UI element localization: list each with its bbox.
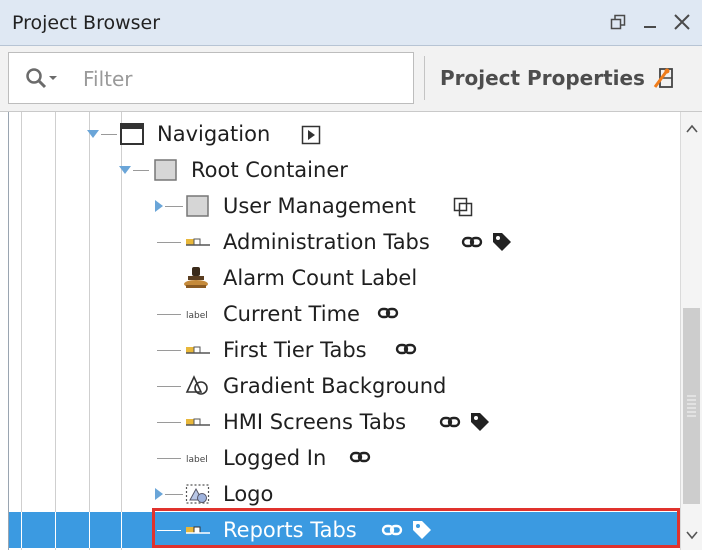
image-icon	[185, 484, 210, 504]
shapes-icon	[185, 375, 208, 395]
project-properties-icon	[653, 68, 673, 88]
scrollbar-thumb[interactable]	[683, 308, 700, 504]
tree-item-label: Current Time	[223, 302, 360, 326]
project-tree[interactable]: Navigation Root Container User Managemen…	[8, 112, 680, 550]
tag-icon	[413, 521, 431, 539]
browser-toolbar: Project Properties	[0, 46, 702, 112]
tab-strip-icon	[186, 418, 210, 426]
toolbar-divider	[424, 56, 425, 100]
search-icon[interactable]	[25, 67, 65, 91]
restore-icon	[610, 14, 626, 30]
tree-connector	[157, 386, 181, 387]
tag-icon	[471, 413, 489, 431]
tree-item-user-management[interactable]: User Management	[9, 188, 680, 224]
tree-connector	[157, 314, 181, 315]
collapse-arrow-icon[interactable]	[119, 164, 131, 176]
container-icon	[186, 195, 209, 217]
tree-item-logged-in[interactable]: label Logged In	[9, 440, 680, 476]
binding-link-icon	[395, 343, 417, 355]
svg-text:label: label	[186, 455, 208, 465]
tree-item-label: Alarm Count Label	[223, 266, 418, 290]
binding-link-icon	[349, 451, 371, 463]
tree-connector	[157, 458, 181, 459]
minimize-icon	[644, 26, 656, 28]
tree-connector	[165, 494, 183, 495]
expand-arrow-icon[interactable]	[153, 488, 165, 500]
project-properties-label: Project Properties	[440, 66, 645, 90]
tag-icon	[493, 233, 511, 251]
tree-connector	[101, 134, 117, 135]
binding-link-icon	[381, 524, 403, 536]
tab-strip-icon	[186, 238, 210, 246]
scroll-up-icon[interactable]	[685, 122, 699, 136]
tree-item-first-tier-tabs[interactable]: First Tier Tabs	[9, 332, 680, 368]
tree-item-label: Logged In	[223, 446, 327, 470]
filter-box[interactable]	[8, 52, 414, 104]
tree-item-logo[interactable]: Logo	[9, 476, 680, 512]
tree-item-root-container[interactable]: Root Container	[9, 152, 680, 188]
tree-item-navigation[interactable]: Navigation	[9, 116, 680, 152]
tree-item-label: Root Container	[191, 158, 348, 182]
tree-item-current-time[interactable]: label Current Time	[9, 296, 680, 332]
tree-item-label: Logo	[223, 482, 274, 506]
filter-input[interactable]	[81, 65, 405, 93]
tree-guide-line	[55, 512, 56, 548]
tree-item-label: Navigation	[157, 122, 271, 146]
tree-item-label: Reports Tabs	[223, 518, 357, 542]
svg-text:label: label	[186, 311, 208, 321]
item-badges	[461, 231, 513, 253]
item-badges	[377, 303, 399, 323]
tree-item-alarm-count-label[interactable]: Alarm Count Label	[9, 260, 680, 296]
window-icon	[120, 123, 144, 145]
tree-item-label: Administration Tabs	[223, 230, 430, 254]
close-button[interactable]	[668, 8, 696, 36]
tree-connector	[165, 206, 183, 207]
tree-item-label: Gradient Background	[223, 374, 447, 398]
stamp-icon	[184, 267, 208, 288]
tree-connector	[157, 422, 181, 423]
float-window-button[interactable]	[604, 8, 632, 36]
tree-connector	[157, 530, 181, 531]
template-instance-icon	[453, 197, 473, 217]
label-icon: label	[186, 455, 208, 465]
tree-guide-line	[21, 512, 22, 548]
tree-item-label: HMI Screens Tabs	[223, 410, 407, 434]
tree-guide-line	[121, 512, 122, 548]
binding-link-icon	[439, 416, 461, 428]
tree-guide-line	[89, 512, 90, 548]
scroll-down-icon[interactable]	[685, 528, 699, 542]
collapse-arrow-icon[interactable]	[87, 128, 99, 140]
item-badges	[381, 519, 433, 541]
tab-strip-icon	[186, 346, 210, 354]
tree-item-label: First Tier Tabs	[223, 338, 367, 362]
tree-connector	[157, 350, 181, 351]
minimize-button[interactable]	[636, 8, 664, 36]
expand-arrow-icon[interactable]	[153, 200, 165, 212]
binding-link-icon	[461, 236, 483, 248]
close-icon	[674, 14, 690, 30]
tree-item-gradient-background[interactable]: Gradient Background	[9, 368, 680, 404]
label-icon: label	[186, 311, 208, 321]
tree-item-label: User Management	[223, 194, 416, 218]
grip-icon	[687, 395, 696, 417]
tree-item-hmi-screens-tabs[interactable]: HMI Screens Tabs	[9, 404, 680, 440]
item-badges	[439, 411, 491, 433]
tree-connector	[133, 170, 149, 171]
panel-titlebar: Project Browser	[0, 0, 702, 46]
project-properties-button[interactable]: Project Properties	[440, 62, 675, 94]
panel-title: Project Browser	[12, 12, 161, 34]
item-badges	[349, 447, 371, 467]
tab-strip-icon	[186, 526, 210, 534]
vertical-scrollbar[interactable]	[680, 112, 702, 550]
tree-connector	[157, 242, 181, 243]
open-window-icon[interactable]	[301, 125, 321, 145]
tree-item-administration-tabs[interactable]: Administration Tabs	[9, 224, 680, 260]
container-icon	[154, 159, 177, 181]
binding-link-icon	[377, 307, 399, 319]
item-badges	[395, 339, 417, 359]
tree-item-reports-tabs[interactable]: Reports Tabs	[9, 512, 680, 548]
